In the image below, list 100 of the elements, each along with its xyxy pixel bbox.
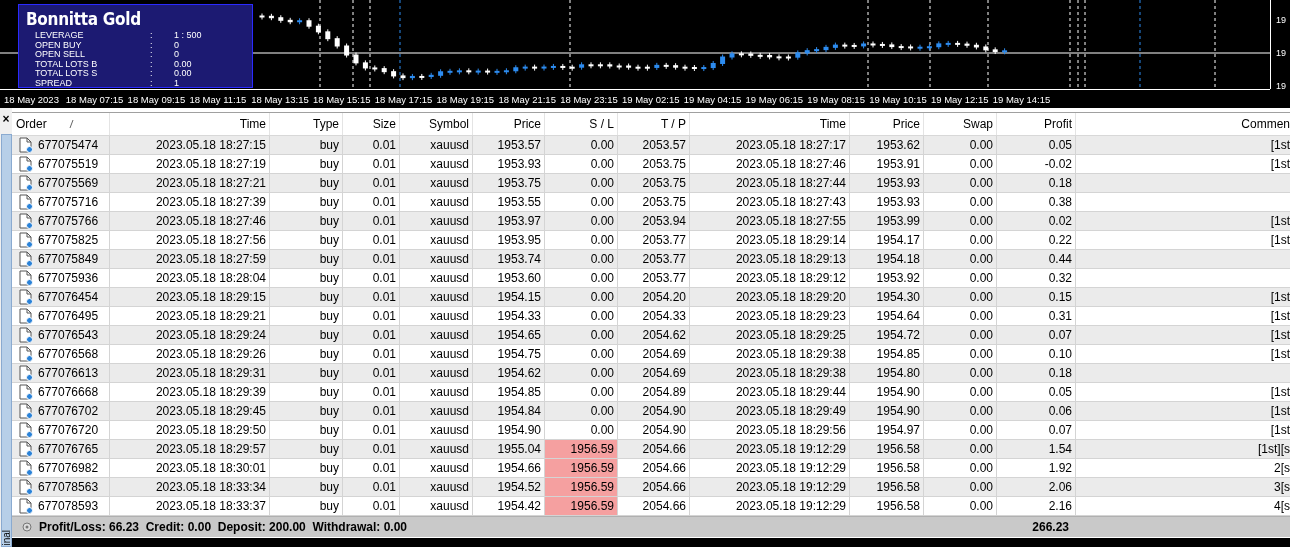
profit-cell: 1.92 xyxy=(997,459,1076,477)
stop-loss-cell: 0.00 xyxy=(590,328,614,342)
size-cell: 0.01 xyxy=(343,459,400,477)
time-cell: 2023.05.18 18:29:39 xyxy=(110,383,270,401)
separator-colon: : xyxy=(150,59,154,69)
profit-cell: 0.05 xyxy=(997,136,1076,154)
info-label: OPEN SELL xyxy=(35,50,87,60)
time-cell: 2023.05.18 18:29:13 xyxy=(690,250,850,268)
time-cell: 2023.05.18 18:27:17 xyxy=(690,136,850,154)
column-header[interactable]: Symbol xyxy=(400,113,473,135)
swap-cell: 0.00 xyxy=(924,269,997,287)
size-cell: 0.01 xyxy=(343,478,400,496)
size-cell: 0.01 xyxy=(343,402,400,420)
stop-loss-cell: 0.00 xyxy=(590,366,614,380)
price-cell: 1953.75 xyxy=(473,174,545,192)
column-header[interactable]: Price xyxy=(850,113,924,135)
order-cell: 677075849 xyxy=(38,252,99,266)
time-cell: 2023.05.18 18:29:38 xyxy=(690,364,850,382)
symbol-cell: xauusd xyxy=(400,364,473,382)
symbol-cell: xauusd xyxy=(400,269,473,287)
order-cell: 677078593 xyxy=(38,499,99,513)
swap-cell: 0.00 xyxy=(924,231,997,249)
order-icon xyxy=(18,270,34,286)
time-cell: 2023.05.18 18:29:31 xyxy=(110,364,270,382)
time-label: 18 May 09:15 xyxy=(127,93,187,107)
price-cell: 1954.64 xyxy=(850,307,924,325)
column-header[interactable]: Type xyxy=(270,113,343,135)
order-icon xyxy=(18,137,34,153)
column-header[interactable]: S / L xyxy=(545,113,618,135)
price-cell: 1954.97 xyxy=(850,421,924,439)
time-cell: 2023.05.18 18:29:57 xyxy=(110,440,270,458)
panel-tab[interactable]: inal xyxy=(0,134,12,547)
separator-colon: : xyxy=(150,69,154,79)
column-header[interactable]: Size xyxy=(343,113,400,135)
symbol-cell: xauusd xyxy=(400,250,473,268)
info-label: LEVERAGE xyxy=(35,31,85,41)
take-profit-cell: 2054.90 xyxy=(618,402,690,420)
price-cell: 1953.91 xyxy=(850,155,924,173)
time-cell: 2023.05.18 18:29:24 xyxy=(110,326,270,344)
profit-cell: 0.05 xyxy=(997,383,1076,401)
swap-cell: 0.00 xyxy=(924,326,997,344)
price-label: 19 xyxy=(1276,81,1286,91)
take-profit-cell: 2053.77 xyxy=(618,250,690,268)
stop-loss-cell: 0.00 xyxy=(590,385,614,399)
profit-cell: 0.10 xyxy=(997,345,1076,363)
column-header[interactable]: Commen xyxy=(1076,113,1290,135)
column-header[interactable]: T / P xyxy=(618,113,690,135)
size-cell: 0.01 xyxy=(343,307,400,325)
time-cell: 2023.05.18 19:12:29 xyxy=(690,478,850,496)
price-cell: 1954.30 xyxy=(850,288,924,306)
swap-cell: 0.00 xyxy=(924,383,997,401)
swap-cell: 0.00 xyxy=(924,402,997,420)
order-cell: 677076613 xyxy=(38,366,99,380)
price-cell: 1953.93 xyxy=(850,174,924,192)
order-icon xyxy=(18,251,34,267)
stop-loss-cell: 0.00 xyxy=(590,138,614,152)
symbol-cell: xauusd xyxy=(400,155,473,173)
swap-cell: 0.00 xyxy=(924,345,997,363)
order-cell: 677075474 xyxy=(38,138,99,152)
take-profit-cell: 2054.69 xyxy=(618,345,690,363)
symbol-cell: xauusd xyxy=(400,402,473,420)
time-cell: 2023.05.18 18:28:04 xyxy=(110,269,270,287)
separator-colon: : xyxy=(150,78,154,87)
price-cell: 1954.33 xyxy=(473,307,545,325)
price-cell: 1953.74 xyxy=(473,250,545,268)
close-button[interactable]: × xyxy=(2,112,10,126)
time-cell: 2023.05.18 18:27:46 xyxy=(110,212,270,230)
time-cell: 2023.05.18 19:12:29 xyxy=(690,440,850,458)
column-header[interactable]: Time xyxy=(110,113,270,135)
column-header[interactable]: Profit xyxy=(997,113,1076,135)
type-cell: buy xyxy=(270,459,343,477)
time-cell: 2023.05.18 18:27:44 xyxy=(690,174,850,192)
column-header[interactable]: Price xyxy=(473,113,545,135)
price-cell: 1954.80 xyxy=(850,364,924,382)
order-cell: 677076702 xyxy=(38,404,99,418)
order-icon xyxy=(18,308,34,324)
panel-title: Bonnitta Gold xyxy=(26,9,142,29)
time-cell: 2023.05.18 18:27:21 xyxy=(110,174,270,192)
order-cell: 677075936 xyxy=(38,271,99,285)
profit-cell: -0.02 xyxy=(997,155,1076,173)
price-cell: 1953.60 xyxy=(473,269,545,287)
time-cell: 2023.05.18 18:27:43 xyxy=(690,193,850,211)
type-cell: buy xyxy=(270,402,343,420)
column-header[interactable]: Order xyxy=(12,113,110,135)
take-profit-cell: 2054.66 xyxy=(618,459,690,477)
time-label: 18 May 23:15 xyxy=(560,93,619,107)
column-header[interactable]: Time xyxy=(690,113,850,135)
column-header[interactable]: Swap xyxy=(924,113,997,135)
time-label: 19 May 12:15 xyxy=(930,93,990,107)
price-cell: 1954.84 xyxy=(473,402,545,420)
stop-loss-cell: 0.00 xyxy=(590,195,614,209)
type-cell: buy xyxy=(270,497,343,515)
symbol-cell: xauusd xyxy=(400,383,473,401)
time-label: 18 May 2023 xyxy=(4,93,60,107)
price-cell: 1954.72 xyxy=(850,326,924,344)
stop-loss-cell: 0.00 xyxy=(590,157,614,171)
time-cell: 2023.05.18 19:12:29 xyxy=(690,459,850,477)
account-summary: Profit/Loss: 66.23 Credit: 0.00 Deposit: 200.00 Withdrawal: 0.00 xyxy=(39,520,407,534)
order-icon xyxy=(18,232,34,248)
separator-colon: : xyxy=(150,40,154,50)
